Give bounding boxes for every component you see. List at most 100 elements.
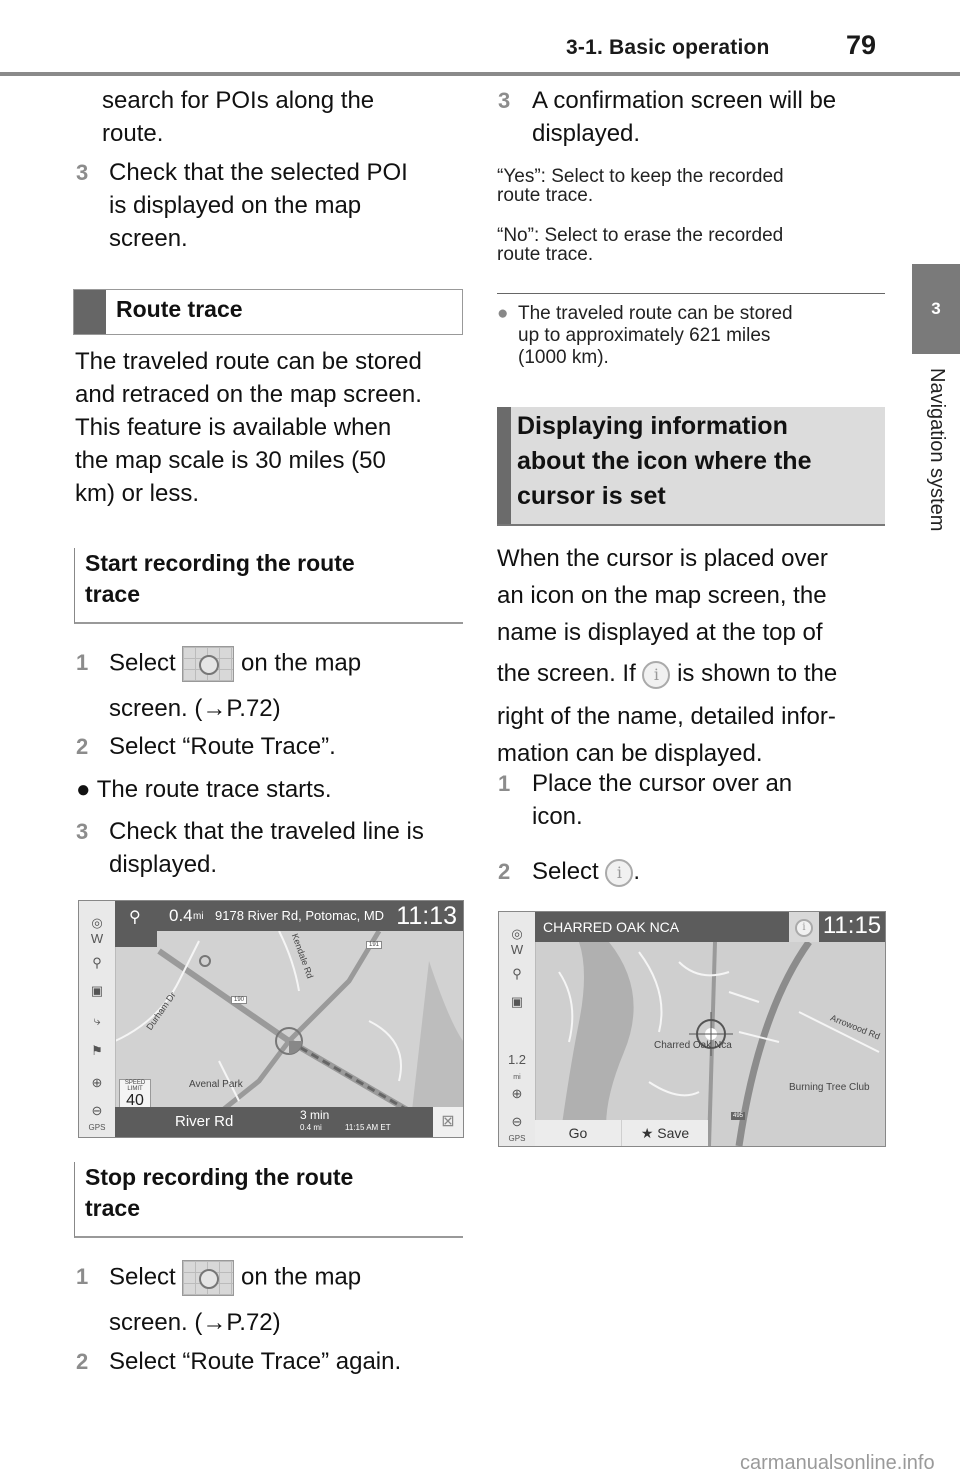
route-shield: 190 (231, 996, 248, 1004)
text: Select (109, 1263, 176, 1291)
text-line: up to approximately 621 miles (518, 325, 771, 346)
text: on the map (241, 649, 362, 677)
zoom-in-icon: ⊕ (511, 1086, 523, 1101)
scale-value: 1.2 (507, 1052, 527, 1067)
step-3-prev: 3 Check that the selected POI is display… (76, 156, 466, 255)
save-button[interactable]: ★ Save (622, 1120, 708, 1146)
destination-pin-panel[interactable]: ⚲ (115, 901, 157, 947)
heading-bar (497, 407, 511, 524)
info-paragraph: When the cursor is placed over an icon o… (497, 540, 837, 772)
info-button[interactable]: i (789, 912, 819, 942)
close-button[interactable]: ⊠ (433, 1107, 463, 1137)
current-road: River Rd (175, 1113, 234, 1130)
compass-button[interactable]: ◎ W (79, 915, 115, 946)
step-number: 1 (76, 1264, 89, 1289)
step-number: 1 (76, 650, 89, 675)
text-line: Place the cursor over an (532, 770, 793, 797)
note-divider (497, 293, 885, 294)
text: Select (532, 858, 599, 885)
current-address: 9178 River Rd, Potomac, MD (215, 908, 385, 923)
map-side-toolbar: ◎ W ⚲ ▣ 1.2 mi ⊕ ⊖ GPS (499, 912, 536, 1146)
text-line: route. (102, 120, 164, 147)
distance-unit: mi (193, 911, 204, 922)
text: . (633, 858, 641, 885)
capacity-note: ● The traveled route can be stored up to… (497, 302, 793, 369)
watermark: carmanualsonline.info (740, 1452, 935, 1474)
heading-label: Route trace (116, 296, 243, 322)
zoom-in-button[interactable]: ⊕ (79, 1075, 115, 1091)
map-label-poi: Charred Oak Nca (654, 1040, 732, 1051)
text-line: name is displayed at the top of (497, 619, 823, 646)
map-label-poi: Burning Tree Club (789, 1082, 870, 1093)
route-trace-icon: ⚑ (91, 1043, 103, 1058)
clock: 11:13 (396, 902, 457, 930)
chapter-tab[interactable]: 3 (912, 264, 960, 354)
text-line: screen. (109, 225, 188, 252)
info-step-2: 2 Select i. (498, 855, 640, 888)
text-line: A confirmation screen will be (532, 87, 837, 114)
page-reference-link[interactable]: screen. (→P.72) (76, 692, 466, 725)
route-trace-heading: Route trace (73, 289, 463, 335)
compass-heading: W (510, 942, 524, 957)
location-pin-icon: ⚲ (129, 909, 141, 926)
step-number: 2 (76, 734, 89, 759)
text: is shown to the (677, 660, 838, 687)
text-line: This feature is available when (75, 414, 392, 441)
map-side-toolbar: ◎ W ⚲ ▣ ⤷ ⚑ ⊕ ⊖ GPS (79, 901, 116, 1137)
text-line: displayed. (109, 851, 218, 878)
text: The route trace starts. (96, 776, 332, 803)
compass-button[interactable]: ◎ W (499, 926, 535, 957)
go-button[interactable]: Go (535, 1120, 621, 1146)
compass-icon: ◎ (91, 915, 103, 930)
stop-step-1: 1 Select on the map screen. (→P.72) (76, 1260, 466, 1339)
search-button[interactable]: ⚲ (499, 966, 535, 982)
nav-screenshot-poi-info: ◎ W ⚲ ▣ 1.2 mi ⊕ ⊖ GPS CHARRED OAK NCA i 1… (498, 911, 886, 1147)
scale-unit: mi (513, 1074, 521, 1081)
text: Select (109, 649, 176, 677)
map-label-park: Avenal Park (189, 1079, 243, 1090)
zoom-in-button[interactable]: ⊕ (499, 1086, 535, 1102)
start-step-3: 3 Check that the traveled line is displa… (76, 815, 424, 881)
text-line: right of the name, detailed infor- (497, 703, 836, 730)
page-reference-link[interactable]: screen. (→P.72) (76, 1306, 466, 1339)
stop-step-2: 2 Select “Route Trace” again. (76, 1345, 401, 1378)
guidance-top-bar: 0.4 mi 9178 River Rd, Potomac, MD 11:13 (157, 901, 463, 931)
search-button[interactable]: ⚲ (79, 955, 115, 971)
map-scale[interactable]: 1.2 mi (499, 1052, 535, 1082)
gps-indicator: GPS (508, 1134, 526, 1143)
step-number: 1 (498, 771, 511, 796)
text-line: icon. (532, 803, 583, 830)
yes-note: “Yes”: Select to keep the recorded route… (497, 165, 784, 207)
heading-line: Stop recording the route (85, 1164, 354, 1190)
text-line: Check that the selected POI (109, 159, 408, 186)
heading-line: trace (85, 1195, 140, 1221)
text-line: Check that the traveled line is (109, 818, 424, 845)
clock: 11:15 (819, 912, 885, 942)
zoom-out-icon: ⊖ (91, 1103, 103, 1118)
arrival-time: 11:15 AM ET (345, 1123, 391, 1132)
zoom-out-button[interactable]: ⊖ (499, 1114, 535, 1130)
heading-line: Displaying information (517, 412, 788, 440)
route-shield: 495 (731, 1112, 746, 1120)
start-bullet: ● The route trace starts. (76, 773, 332, 806)
text-line: an icon on the map screen, the (497, 582, 827, 609)
nav-screenshot-route-trace: ◎ W ⚲ ▣ ⤷ ⚑ ⊕ ⊖ GPS ⚲ 0.4 mi 9178 River R… (78, 900, 464, 1138)
close-icon: ⊠ (441, 1113, 455, 1130)
search-icon: ⚲ (512, 966, 522, 981)
step-number: 2 (76, 1349, 89, 1374)
map-menu-icon (182, 1260, 235, 1296)
compass-icon: ◎ (511, 926, 523, 941)
page-number: 79 (846, 30, 877, 60)
heading-bar (74, 290, 106, 334)
map-drawing (535, 912, 885, 1146)
route-trace-button[interactable]: ⚑ (79, 1043, 115, 1059)
route-shield: 191 (366, 941, 383, 949)
map-menu-button[interactable]: ▣ (499, 994, 535, 1010)
text-line: the map scale is 30 miles (50 (75, 447, 386, 474)
poi-name: CHARRED OAK NCA (543, 919, 680, 935)
map-menu-button[interactable]: ▣ (79, 983, 115, 999)
step-number: 2 (498, 859, 511, 884)
section-title: 3-1. Basic operation (566, 36, 770, 59)
route-button[interactable]: ⤷ (79, 1013, 115, 1029)
zoom-out-button[interactable]: ⊖ (79, 1103, 115, 1119)
